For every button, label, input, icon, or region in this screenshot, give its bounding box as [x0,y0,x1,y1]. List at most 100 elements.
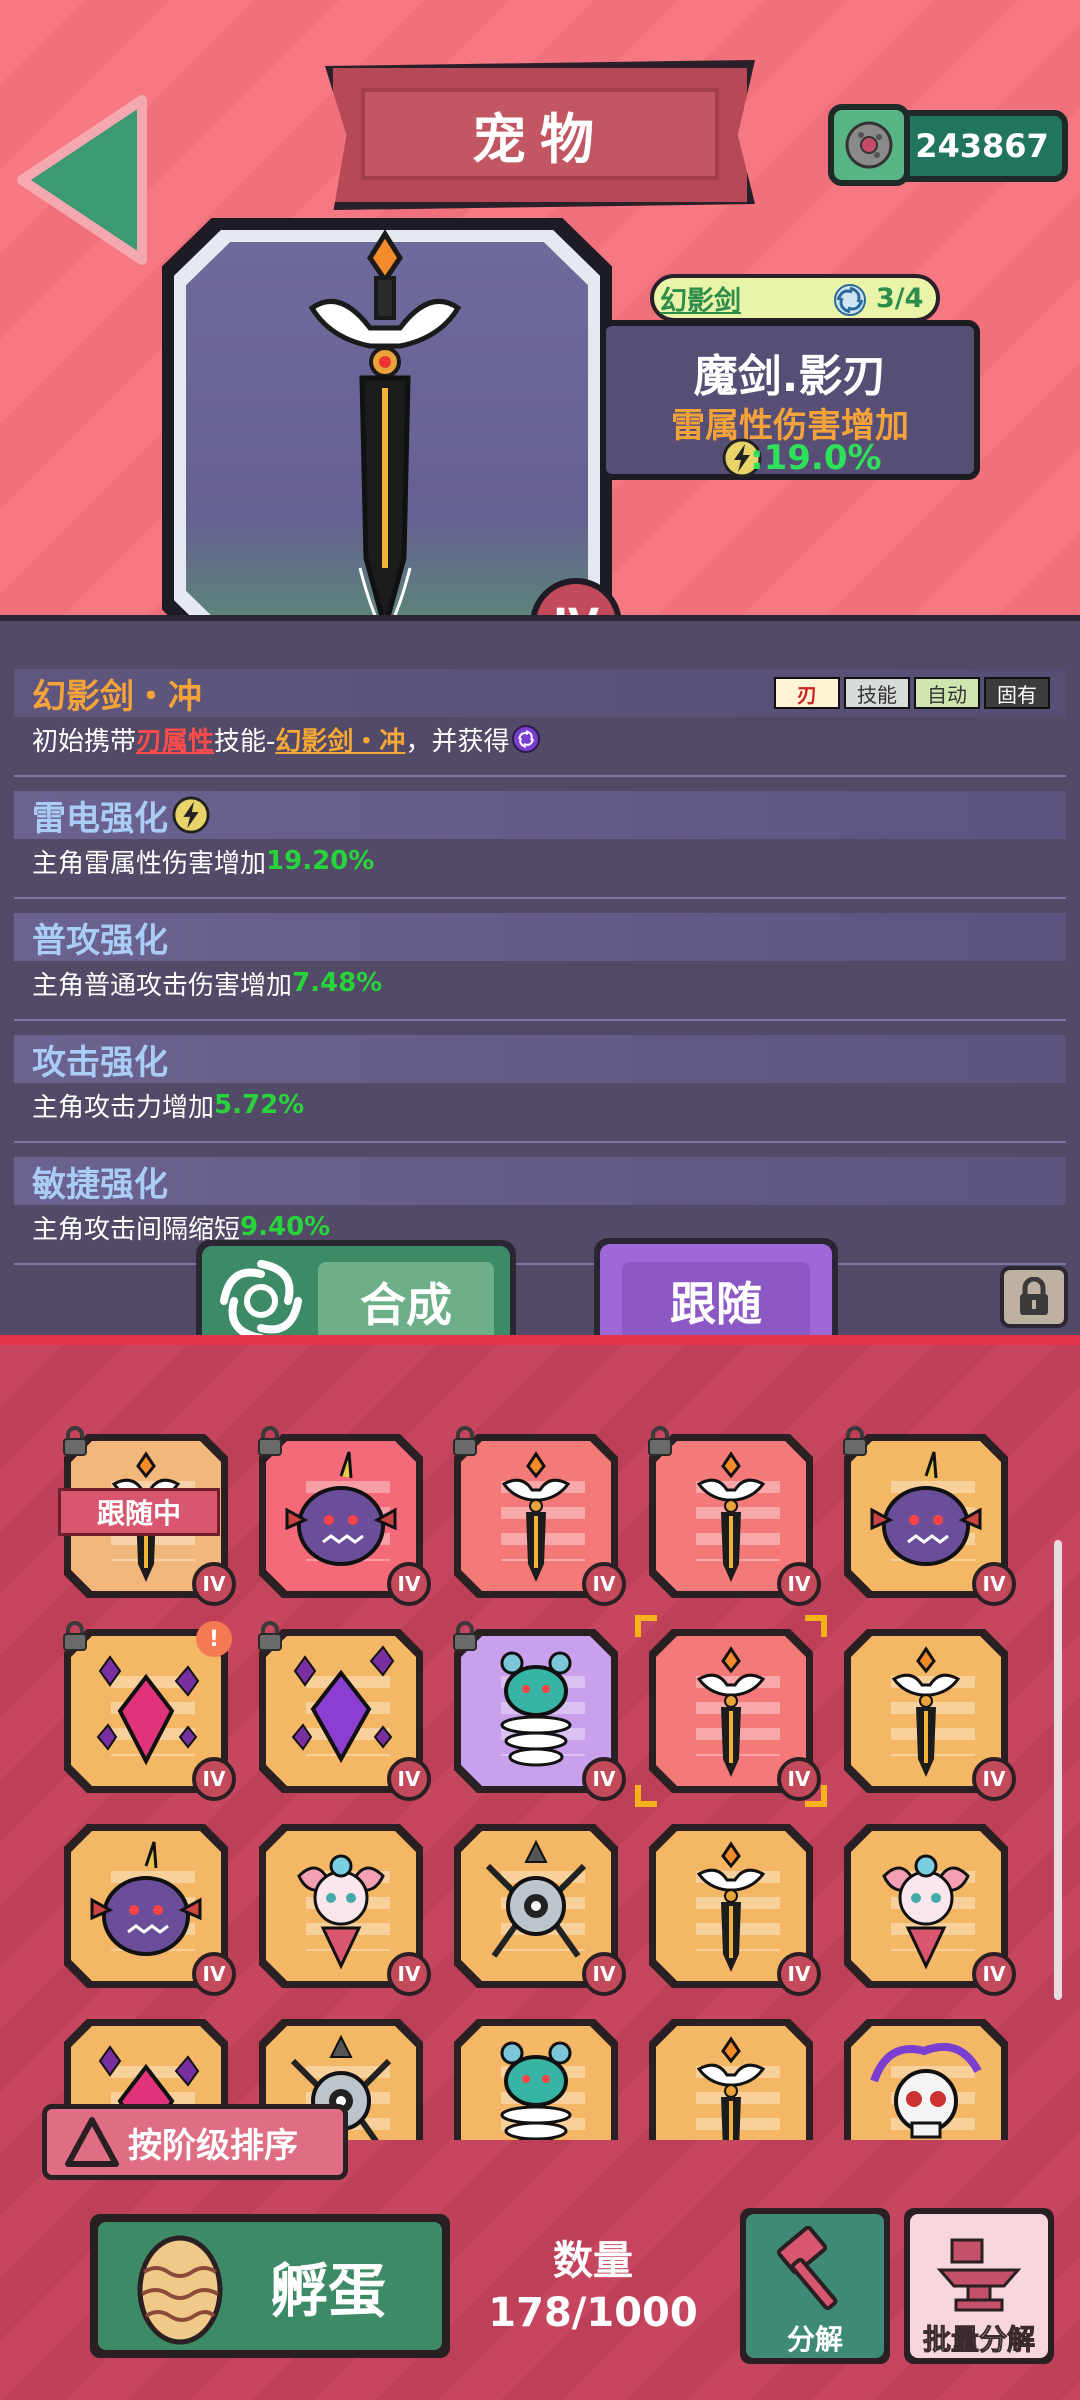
follow-label[interactable]: 跟随 [622,1262,810,1340]
ability-desc: 主角攻击力增加 5.72% [14,1083,1066,1127]
egg-icon [137,2235,223,2345]
divider [14,1263,1066,1265]
pet-card-sword[interactable]: IV [844,1629,1016,1801]
divider [14,1019,1066,1021]
divider [14,1141,1066,1143]
tier-badge: IV [582,1562,626,1606]
spring-pet-icon [500,1651,572,1767]
pet-card-sword[interactable]: IV [649,2019,813,2140]
crystal-purple-pet-icon [291,1645,395,1764]
back-arrow-icon[interactable] [12,90,152,270]
pet-card-sword[interactable]: IV [649,1824,821,1996]
sort-label[interactable]: 按阶级排序 [128,2114,338,2170]
tier-badge: IV [387,1562,431,1606]
ability-panel: 幻影剑・冲 刃 技能 自动 固有 初始携带 刃属性 技能- 幻影剑・冲 ，并获得… [0,615,1080,1335]
lock-button[interactable] [1000,1266,1068,1328]
pet-card-crystal[interactable]: IV! [63,1621,236,1801]
blob-pet-icon [285,1451,397,1566]
pet-card-blob[interactable]: IV [258,1426,431,1606]
tier-badge: IV [972,1562,1016,1606]
page-title: 宠物 [361,88,719,180]
pet-attribute-value: :19.0% [750,438,882,478]
hammer-icon [776,2226,838,2311]
desc-text: 初始携带 [32,726,137,757]
ability-title: 敏捷强化 [14,1157,1066,1205]
synthesize-label[interactable]: 合成 [318,1262,494,1342]
tier-badge: IV [582,1952,626,1996]
ability-1: 雷电强化 主角雷属性伤害增加 19.20% [14,791,1066,899]
pet-card-fairy[interactable]: IV [844,1824,1016,1996]
spring-pet-icon [500,2041,572,2140]
swirl-purple-icon [512,725,541,753]
desc-text: 主角雷属性伤害增加 [32,848,267,879]
triangle-sort-icon [65,2117,119,2167]
ability-title: 攻击强化 [14,1035,1066,1083]
title-board: 宠物 [325,60,755,210]
desc-element: 刃属性 [136,726,215,757]
tag-skill: 技能 [844,677,910,709]
lock-icon [1020,1277,1048,1315]
desc-value: 9.40% [240,1212,331,1242]
tag-auto: 自动 [914,677,980,709]
pet-inventory-grid[interactable]: IV跟随中IVIVIVIVIV!IVIVIVIVIVIVIVIVIVIVIVIV… [0,1420,1080,2140]
pet-card-sword[interactable]: IV [635,1615,827,1807]
selection-corner [635,1615,657,1637]
tier-badge: IV [192,1562,236,1606]
pet-card-blob[interactable]: IV [843,1426,1016,1606]
pet-card-fairy[interactable]: IV [259,1824,431,1996]
lock-icon [648,1426,672,1456]
alert-badge: ! [196,1621,232,1657]
series-name[interactable]: 幻影剑 [660,278,760,318]
desc-text: 技能- [214,726,276,757]
pet-card-sword[interactable]: IV 跟随中 [58,1426,236,1606]
tier-badge: IV [777,1952,821,1996]
quantity-value: 178/1000 [488,2290,698,2336]
ability-4: 敏捷强化 主角攻击间隔缩短 9.40% [14,1157,1066,1265]
blob-pet-icon [90,1841,202,1956]
hatch-label[interactable]: 孵蛋 [228,2240,428,2332]
desc-value: 19.20% [266,846,375,876]
pet-card-sword[interactable]: IV [453,1426,626,1606]
tier-badge: IV [192,1952,236,1996]
selection-corner [805,1785,827,1807]
divider [14,775,1066,777]
ability-title: 普攻强化 [14,913,1066,961]
desc-skill-name[interactable]: 幻影剑・冲 [275,721,405,758]
pet-card-spring[interactable]: IV [454,2019,618,2140]
pet-card-spring[interactable]: IV [453,1621,626,1801]
sword-pet-icon [891,1646,961,1777]
desc-text: 主角攻击力增加 [32,1092,215,1123]
lock-icon [843,1426,867,1456]
crystal-pet-icon [96,1655,200,1766]
tier-badge: IV [582,1757,626,1801]
series-count: 3/4 [876,282,924,314]
pet-card-blob[interactable]: IV [64,1824,236,1996]
selection-corner [635,1785,657,1807]
ability-title: 雷电强化 [14,791,1066,839]
decompose-label[interactable]: 分解 [746,2318,884,2358]
fairy-pet-icon [882,1854,970,1970]
ability-2: 普攻强化 主角普通攻击伤害增加 7.48% [14,913,1066,1021]
sword-pet-icon [696,1451,766,1582]
drone-pet-icon [485,1839,587,1958]
tier-badge: IV [192,1757,236,1801]
skull-pet-icon [870,2043,982,2139]
pet-card-drone[interactable]: IV [454,1824,626,1996]
swirl-icon [834,284,866,316]
following-ribbon: 跟随中 [58,1488,220,1536]
batch-decompose-label[interactable]: 批量分解 [904,2318,1054,2358]
tier-badge: IV [387,1757,431,1801]
desc-text: 主角普通攻击伤害增加 [32,970,293,1001]
gem-currency-icon [828,104,910,186]
inventory-scrollbar[interactable] [1054,1540,1062,2000]
pet-card-skull[interactable]: IV [844,2019,1008,2140]
ability-0: 幻影剑・冲 刃 技能 自动 固有 初始携带 刃属性 技能- 幻影剑・冲 ，并获得 [14,669,1066,777]
desc-value: 7.48% [292,968,383,998]
currency-amount: 243867 [915,127,1049,165]
blob-pet-icon [870,1451,982,1566]
lock-icon [453,1621,477,1651]
pet-card-crystal-purple[interactable]: IV [258,1621,431,1801]
ability-3: 攻击强化 主角攻击力增加 5.72% [14,1035,1066,1143]
pet-card-sword[interactable]: IV [648,1426,821,1606]
sword-pet-icon [696,1646,766,1777]
